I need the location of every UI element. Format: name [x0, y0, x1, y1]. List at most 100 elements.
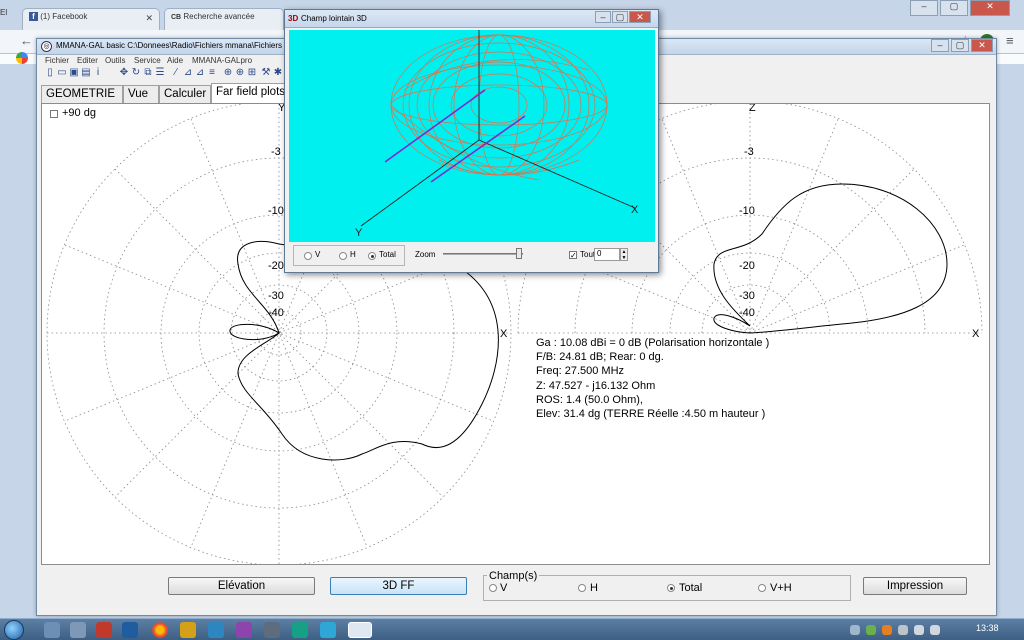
ring-label-right: -40 [739, 307, 755, 319]
3d-window: 3D Champ lointain 3D – ▢ ✕ X Y V H Total… [284, 9, 659, 273]
network-icon[interactable] [914, 625, 924, 635]
menu-aide[interactable]: Aide [167, 56, 183, 65]
3d-ff-button[interactable]: 3D FF [330, 577, 467, 595]
tray-icon[interactable] [850, 625, 860, 635]
menu-outils[interactable]: Outils [105, 56, 125, 65]
3d-radio-h[interactable] [339, 252, 347, 260]
taskbar-app-icon[interactable] [320, 622, 336, 638]
browser-tab-facebook[interactable]: f (1) Facebook ✕ [22, 8, 160, 30]
mmana-logo-icon: ◎ [41, 41, 52, 52]
minimize-icon[interactable]: – [931, 39, 949, 52]
info-icon[interactable]: ⅰ [93, 68, 103, 78]
info-freq: Freq: 27.500 MHz [536, 365, 625, 378]
rotate-icon[interactable]: ↻ [131, 68, 141, 78]
minimize-icon[interactable]: – [910, 0, 938, 16]
tools-icon[interactable]: ⚒ [261, 68, 271, 78]
taskbar-app-icon[interactable] [292, 622, 308, 638]
close-icon[interactable]: ✕ [629, 11, 651, 23]
info-fb: F/B: 24.81 dB; Rear: 0 dg. [536, 351, 664, 364]
move-icon[interactable]: ✥ [119, 68, 129, 78]
ring-label-right: -20 [739, 260, 755, 272]
taskbar-app-icon[interactable] [236, 622, 252, 638]
list-icon[interactable]: ≡ [207, 68, 217, 78]
zoom-slider-track[interactable] [443, 253, 523, 255]
chrome-icon[interactable] [152, 622, 168, 638]
taskbar: 13:38 [0, 618, 1024, 640]
table-icon[interactable]: ☰ [155, 68, 165, 78]
taskbar-app-icon[interactable] [180, 622, 196, 638]
3d-pattern: X Y [355, 30, 639, 239]
ruler-icon[interactable]: ⊿ [183, 68, 193, 78]
plus90-label: +90 dg [62, 107, 96, 119]
taskbar-app-icon[interactable] [96, 622, 112, 638]
taskbar-app-icon[interactable] [264, 622, 280, 638]
close-icon[interactable]: ✕ [970, 0, 1010, 16]
scale-icon[interactable]: ⊿ [195, 68, 205, 78]
radio-h[interactable] [578, 584, 586, 592]
google-icon[interactable] [16, 52, 28, 64]
magic-icon[interactable]: ✱ [273, 68, 283, 78]
print-button[interactable]: Impression [863, 577, 967, 595]
tray-icon[interactable] [866, 625, 876, 635]
close-icon[interactable]: ✕ [971, 39, 993, 52]
radio-total[interactable] [667, 584, 675, 592]
start-button[interactable] [4, 620, 24, 640]
mmana-taskbar-icon[interactable] [348, 622, 372, 638]
grid-icon[interactable]: ⊞ [247, 68, 257, 78]
info-gain: Ga : 10.08 dBi = 0 dB (Polarisation hori… [536, 337, 770, 349]
tout-checkbox[interactable]: ✓ [569, 251, 577, 260]
elevation-button[interactable]: Elévation [168, 577, 315, 595]
tab-vue[interactable]: Vue [123, 85, 159, 103]
open-folder-icon[interactable]: ▭ [57, 68, 67, 78]
menu-fichier[interactable]: Fichier [45, 56, 69, 65]
3d-radio-h-label: H [350, 250, 356, 259]
3d-radio-total-label: Total [379, 250, 396, 259]
menu-icon[interactable]: ≡ [1006, 33, 1014, 48]
maximize-icon[interactable]: ▢ [951, 39, 969, 52]
target-icon[interactable]: ⊕ [223, 68, 233, 78]
taskbar-app-icon[interactable] [208, 622, 224, 638]
radio-v[interactable] [489, 584, 497, 592]
save-as-icon[interactable]: ▤ [81, 68, 91, 78]
back-arrow-icon[interactable]: ← [20, 33, 33, 48]
menu-mmana-galpro[interactable]: MMANA-GALpro [192, 56, 252, 65]
taskbar-app-icon[interactable] [44, 622, 60, 638]
browser-tab-recherche[interactable]: CB Recherche avancée [164, 8, 284, 30]
browser-window-controls: – ▢ ✕ [910, 0, 1024, 18]
3d-viewport[interactable]: X Y [289, 30, 655, 242]
facebook-icon: f [29, 12, 38, 21]
maximize-icon[interactable]: ▢ [940, 0, 968, 16]
ring-label-left: -10 [268, 205, 284, 217]
zoom-slider-thumb[interactable] [516, 248, 522, 259]
tab-calculer[interactable]: Calculer [159, 85, 211, 103]
taskbar-app-icon[interactable] [122, 622, 138, 638]
3d-radio-v[interactable] [304, 252, 312, 260]
copy-icon[interactable]: ⧉ [143, 68, 153, 78]
tout-spinner-icon[interactable]: ▲ ▼ [620, 248, 628, 261]
close-tab-icon[interactable]: ✕ [145, 13, 153, 24]
menu-editer[interactable]: Editer [77, 56, 98, 65]
radio-v-plus-h[interactable] [758, 584, 766, 592]
crosshair-icon[interactable]: ⊕ [235, 68, 245, 78]
browser-tab-label: (1) Facebook [40, 12, 88, 21]
tout-input[interactable]: 0 [594, 248, 620, 261]
minimize-icon[interactable]: – [595, 11, 611, 23]
3d-radio-total[interactable] [368, 252, 376, 260]
tab-far-field-plots[interactable]: Far field plots [211, 83, 291, 103]
taskbar-app-icon[interactable] [70, 622, 86, 638]
tab-geometrie[interactable]: GEOMETRIE [41, 85, 123, 103]
draw-wire-icon[interactable]: ⁄ [171, 68, 181, 78]
save-icon[interactable]: ▣ [69, 68, 79, 78]
3d-badge-icon: 3D [288, 14, 299, 23]
plus90-checkbox[interactable] [50, 110, 58, 118]
maximize-icon[interactable]: ▢ [612, 11, 628, 23]
new-file-icon[interactable]: ▯ [45, 68, 55, 78]
clock[interactable]: 13:38 [976, 623, 999, 633]
tray-icon[interactable] [882, 625, 892, 635]
radio-v-plus-h-label: V+H [770, 582, 792, 594]
tout-label: Tout [580, 250, 596, 259]
pattern-curve-left [229, 241, 499, 461]
volume-icon[interactable] [930, 625, 940, 635]
tray-icon[interactable] [898, 625, 908, 635]
menu-service[interactable]: Service [134, 56, 161, 65]
